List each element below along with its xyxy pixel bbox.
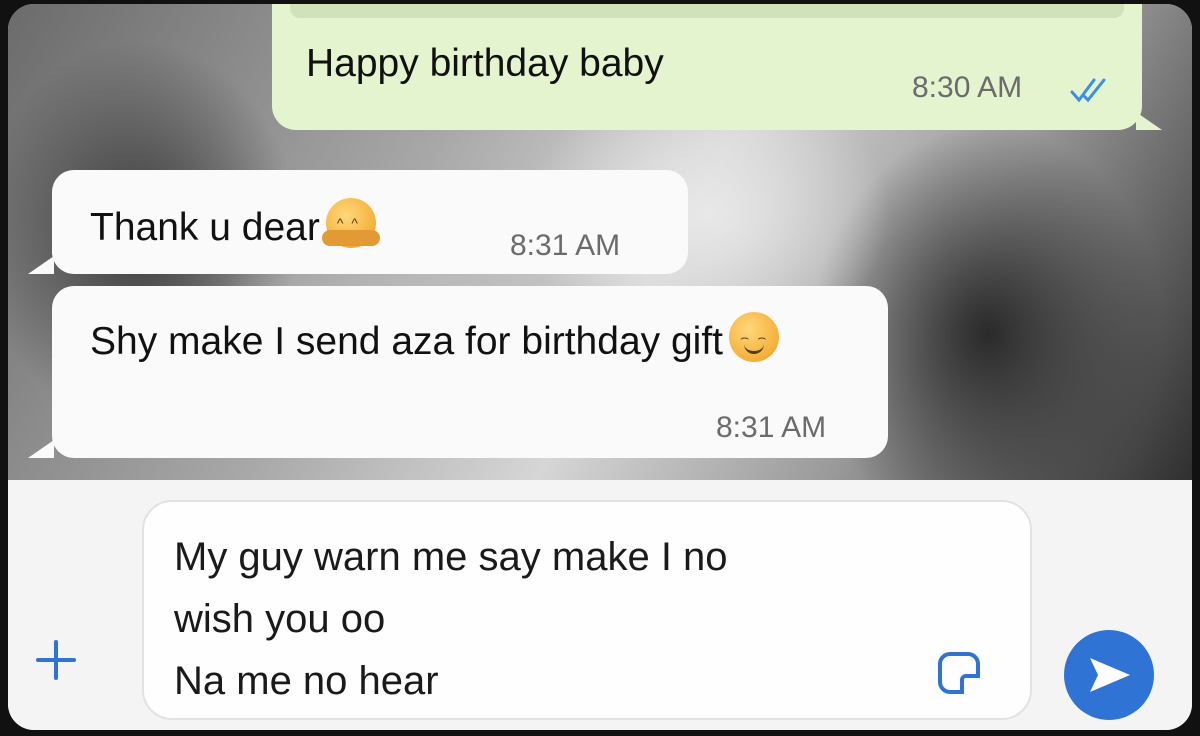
image-preview-strip (290, 4, 1124, 18)
hugging-face-emoji: ^^ (321, 198, 380, 248)
double-check-icon (1068, 68, 1110, 115)
message-outgoing[interactable]: Happy birthday baby 8:30 AM (272, 4, 1142, 130)
message-time: 8:31 AM (510, 229, 621, 262)
message-text-content: Shy make I send aza for birthday gift (90, 320, 723, 363)
bubble-tail (28, 440, 54, 458)
bubble-tail (28, 256, 54, 274)
send-icon (1090, 658, 1130, 692)
plus-icon[interactable] (36, 640, 76, 680)
message-text: Shy make I send aza for birthday gift ⌢⌢ (90, 312, 870, 365)
message-text: Happy birthday baby (306, 42, 664, 85)
send-button[interactable] (1064, 630, 1154, 720)
message-incoming[interactable]: Thank u dear ^^ 8:31 AM (52, 170, 688, 274)
message-input[interactable]: My guy warn me say make I no wish you oo… (142, 500, 1032, 720)
sticker-icon[interactable] (938, 652, 980, 694)
message-incoming[interactable]: Shy make I send aza for birthday gift ⌢⌢ … (52, 286, 888, 458)
smiling-face-emoji: ⌢⌢ (729, 312, 779, 362)
message-text: Thank u dear ^^ (90, 198, 380, 251)
bubble-tail (1136, 112, 1162, 130)
message-time: 8:31 AM (716, 411, 827, 444)
message-time: 8:30 AM (912, 71, 1023, 104)
message-text-content: Thank u dear (90, 206, 320, 249)
